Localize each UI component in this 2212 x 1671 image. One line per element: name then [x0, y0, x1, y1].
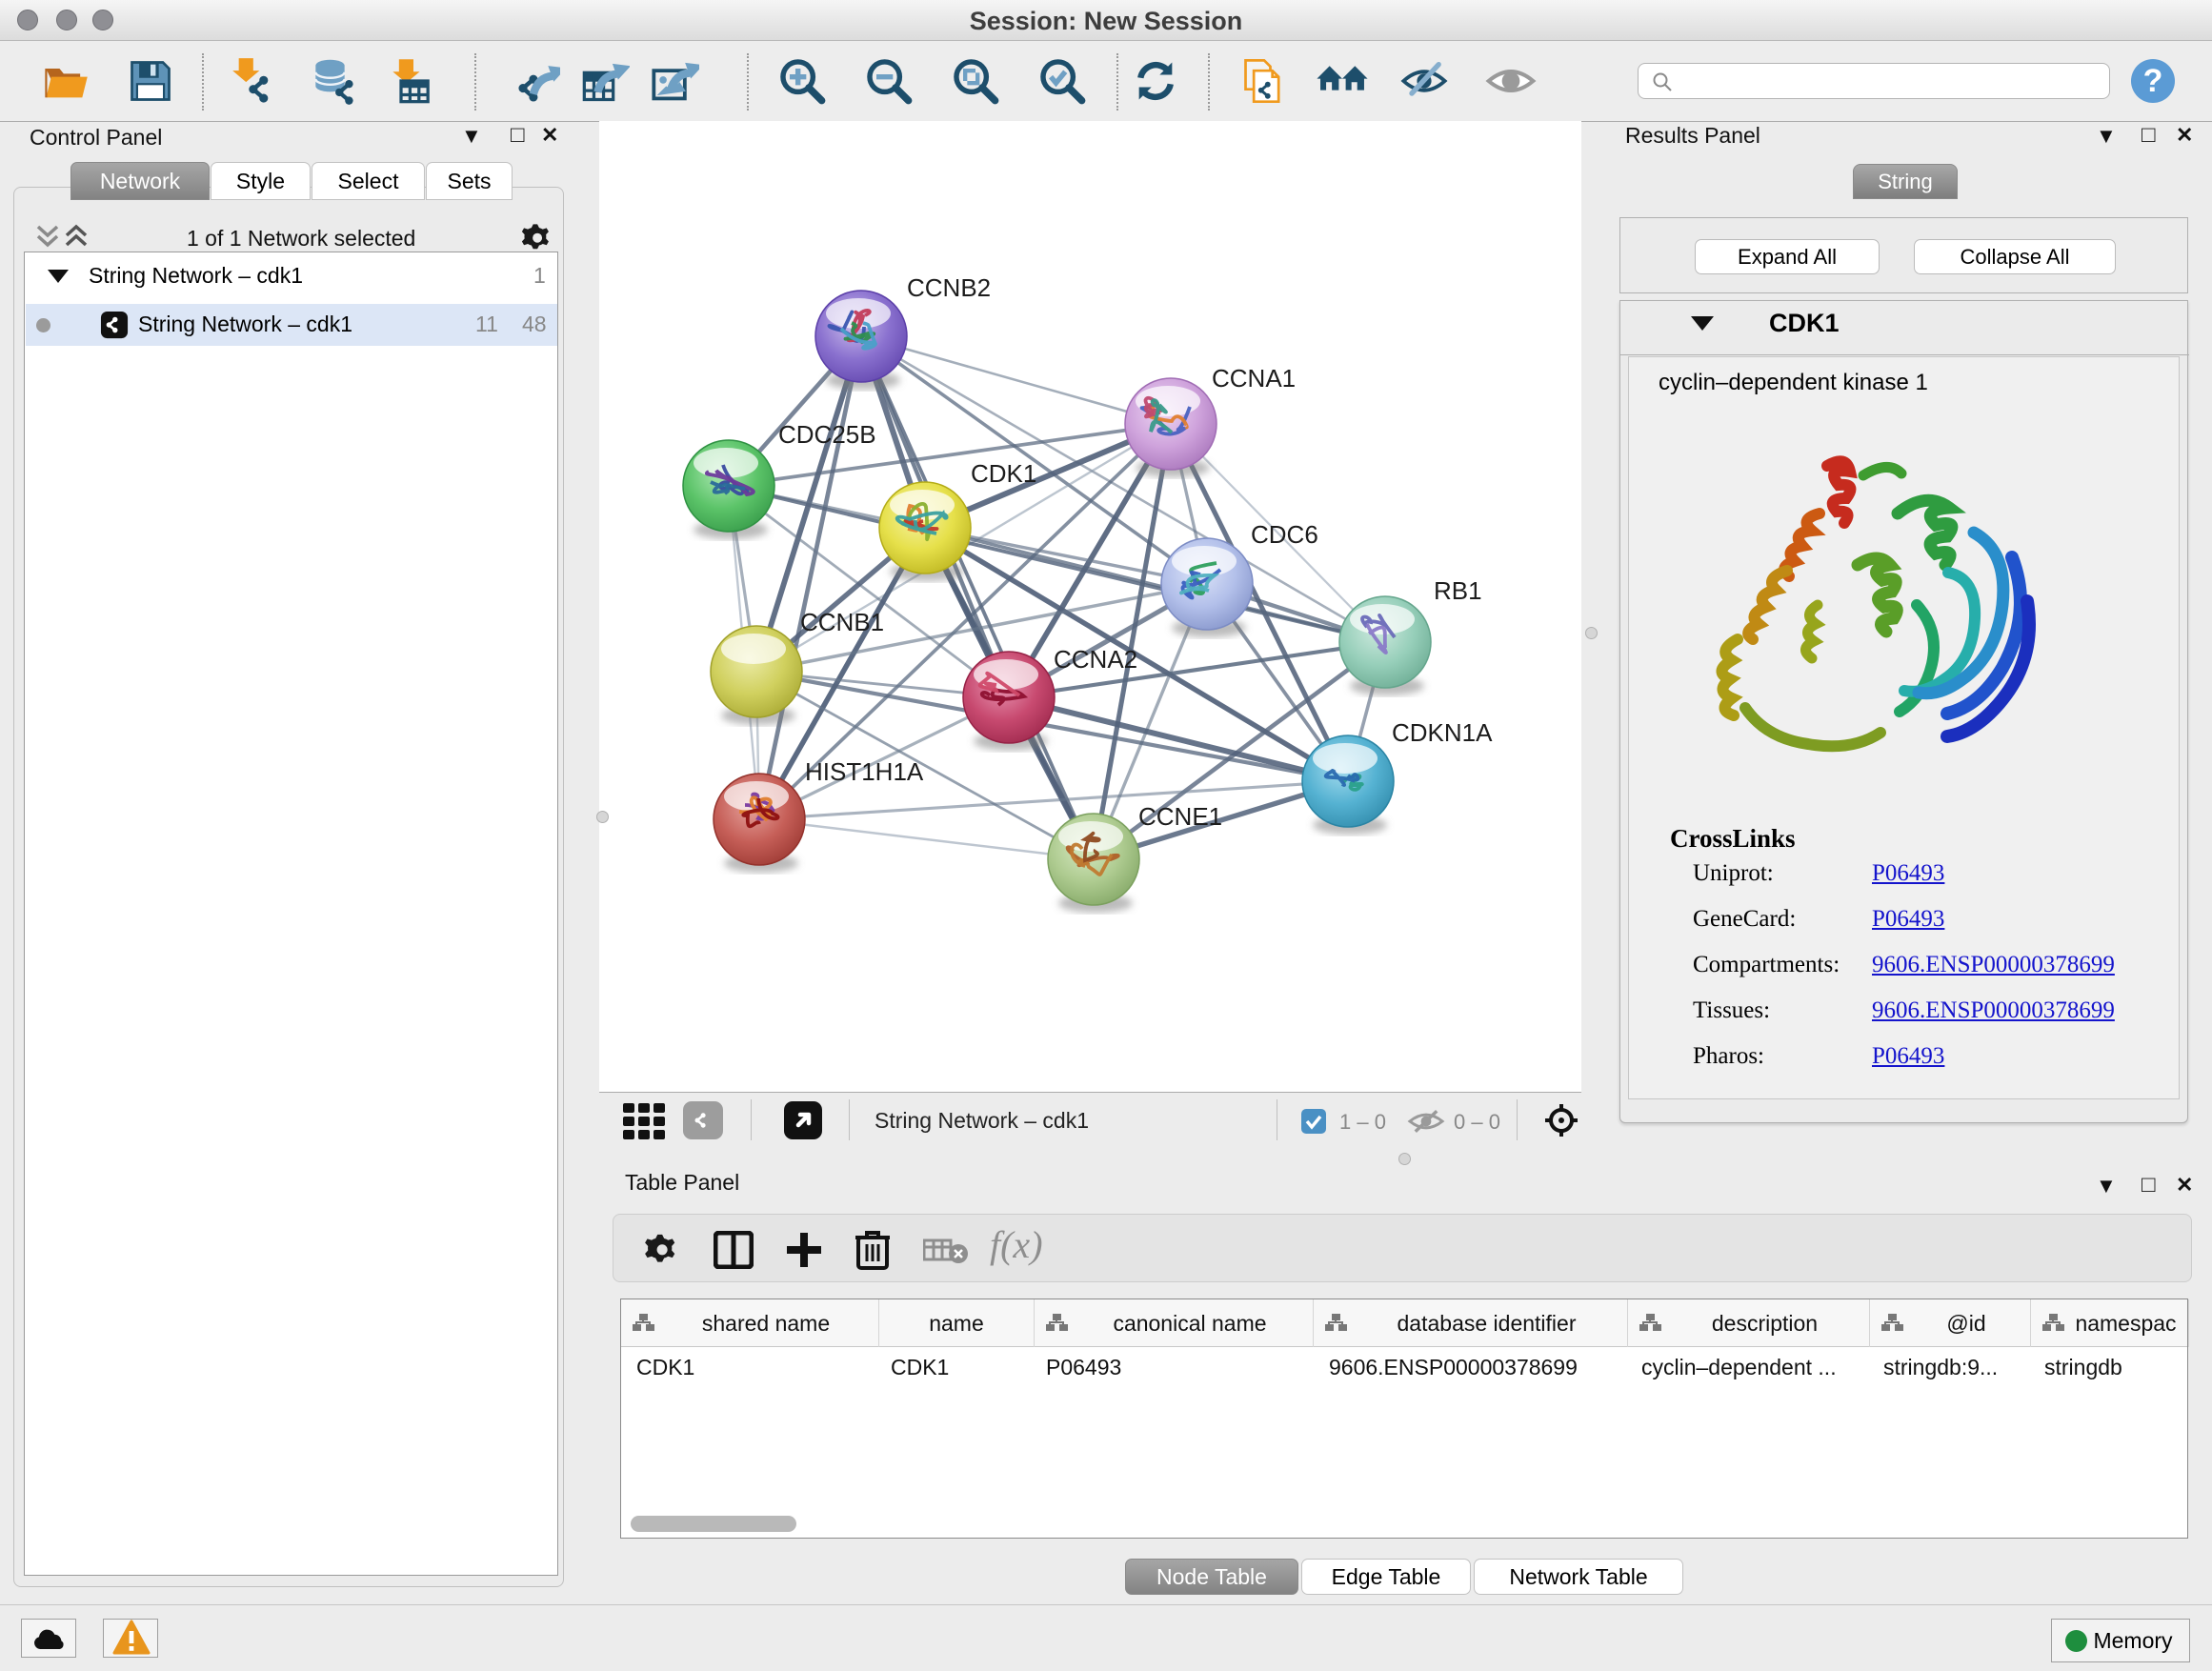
svg-text:HIST1H1A: HIST1H1A: [805, 757, 924, 786]
svg-text:CCNE1: CCNE1: [1138, 802, 1222, 831]
svg-text:CDC6: CDC6: [1251, 520, 1318, 549]
svg-text:CCNB1: CCNB1: [800, 608, 884, 636]
svg-text:CCNB2: CCNB2: [907, 273, 991, 302]
svg-text:CCNA2: CCNA2: [1054, 645, 1137, 674]
svg-text:CDK1: CDK1: [971, 459, 1036, 488]
svg-text:CDC25B: CDC25B: [778, 420, 876, 449]
svg-text:CDKN1A: CDKN1A: [1392, 718, 1493, 747]
svg-text:RB1: RB1: [1434, 576, 1482, 605]
svg-text:CCNA1: CCNA1: [1212, 364, 1296, 393]
